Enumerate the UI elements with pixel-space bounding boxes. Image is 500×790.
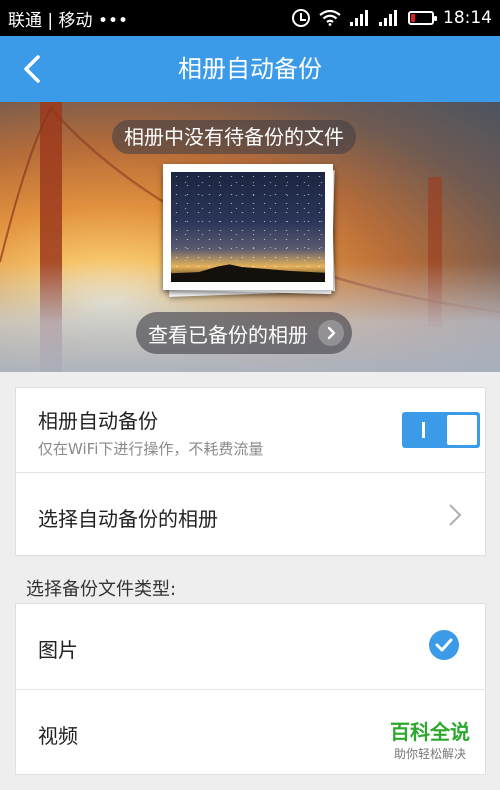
watermark-logo: 百科全说 助你轻松解决	[390, 716, 470, 762]
watermark-subtitle: 助你轻松解决	[393, 747, 466, 761]
file-type-label: 视频	[38, 724, 78, 748]
signal-icon	[350, 10, 370, 26]
status-bar: 联通 | 移动 ••• 18:14	[0, 0, 500, 36]
title-bar: 相册自动备份	[0, 36, 500, 102]
chevron-right-icon	[318, 320, 344, 346]
page-title: 相册自动备份	[178, 55, 322, 83]
file-type-label: 图片	[38, 638, 78, 662]
chevron-right-icon	[449, 504, 462, 526]
file-type-section-title: 选择备份文件类型:	[26, 579, 177, 600]
auto-backup-toggle[interactable]	[402, 412, 480, 448]
battery-icon	[408, 11, 437, 25]
watermark-title: 百科全说	[390, 720, 470, 744]
auto-backup-row: 相册自动备份 仅在WiFi下进行操作，不耗费流量	[16, 388, 485, 472]
auto-backup-sub: 仅在WiFi下进行操作，不耗费流量	[38, 440, 264, 458]
choose-album-row[interactable]: 选择自动备份的相册	[16, 473, 485, 557]
backup-banner: 相册中没有待备份的文件 查看已备份的相册	[0, 102, 500, 372]
view-backed-up-album-label: 查看已备份的相册	[148, 322, 308, 347]
carrier-text: 联通 | 移动 •••	[8, 10, 129, 31]
photo-stack-image	[163, 164, 336, 297]
wifi-icon	[319, 9, 341, 26]
file-type-item-images[interactable]: 图片	[16, 604, 485, 689]
auto-backup-settings: 相册自动备份 仅在WiFi下进行操作，不耗费流量 选择自动备份的相册	[15, 387, 486, 556]
check-icon	[429, 630, 459, 660]
choose-album-label: 选择自动备份的相册	[38, 507, 218, 531]
view-backed-up-album-button[interactable]: 查看已备份的相册	[136, 312, 352, 354]
signal-icon	[379, 10, 399, 26]
alarm-icon	[292, 9, 310, 27]
no-pending-message: 相册中没有待备份的文件	[112, 120, 356, 154]
status-time: 18:14	[443, 8, 492, 28]
auto-backup-label: 相册自动备份	[38, 409, 158, 433]
